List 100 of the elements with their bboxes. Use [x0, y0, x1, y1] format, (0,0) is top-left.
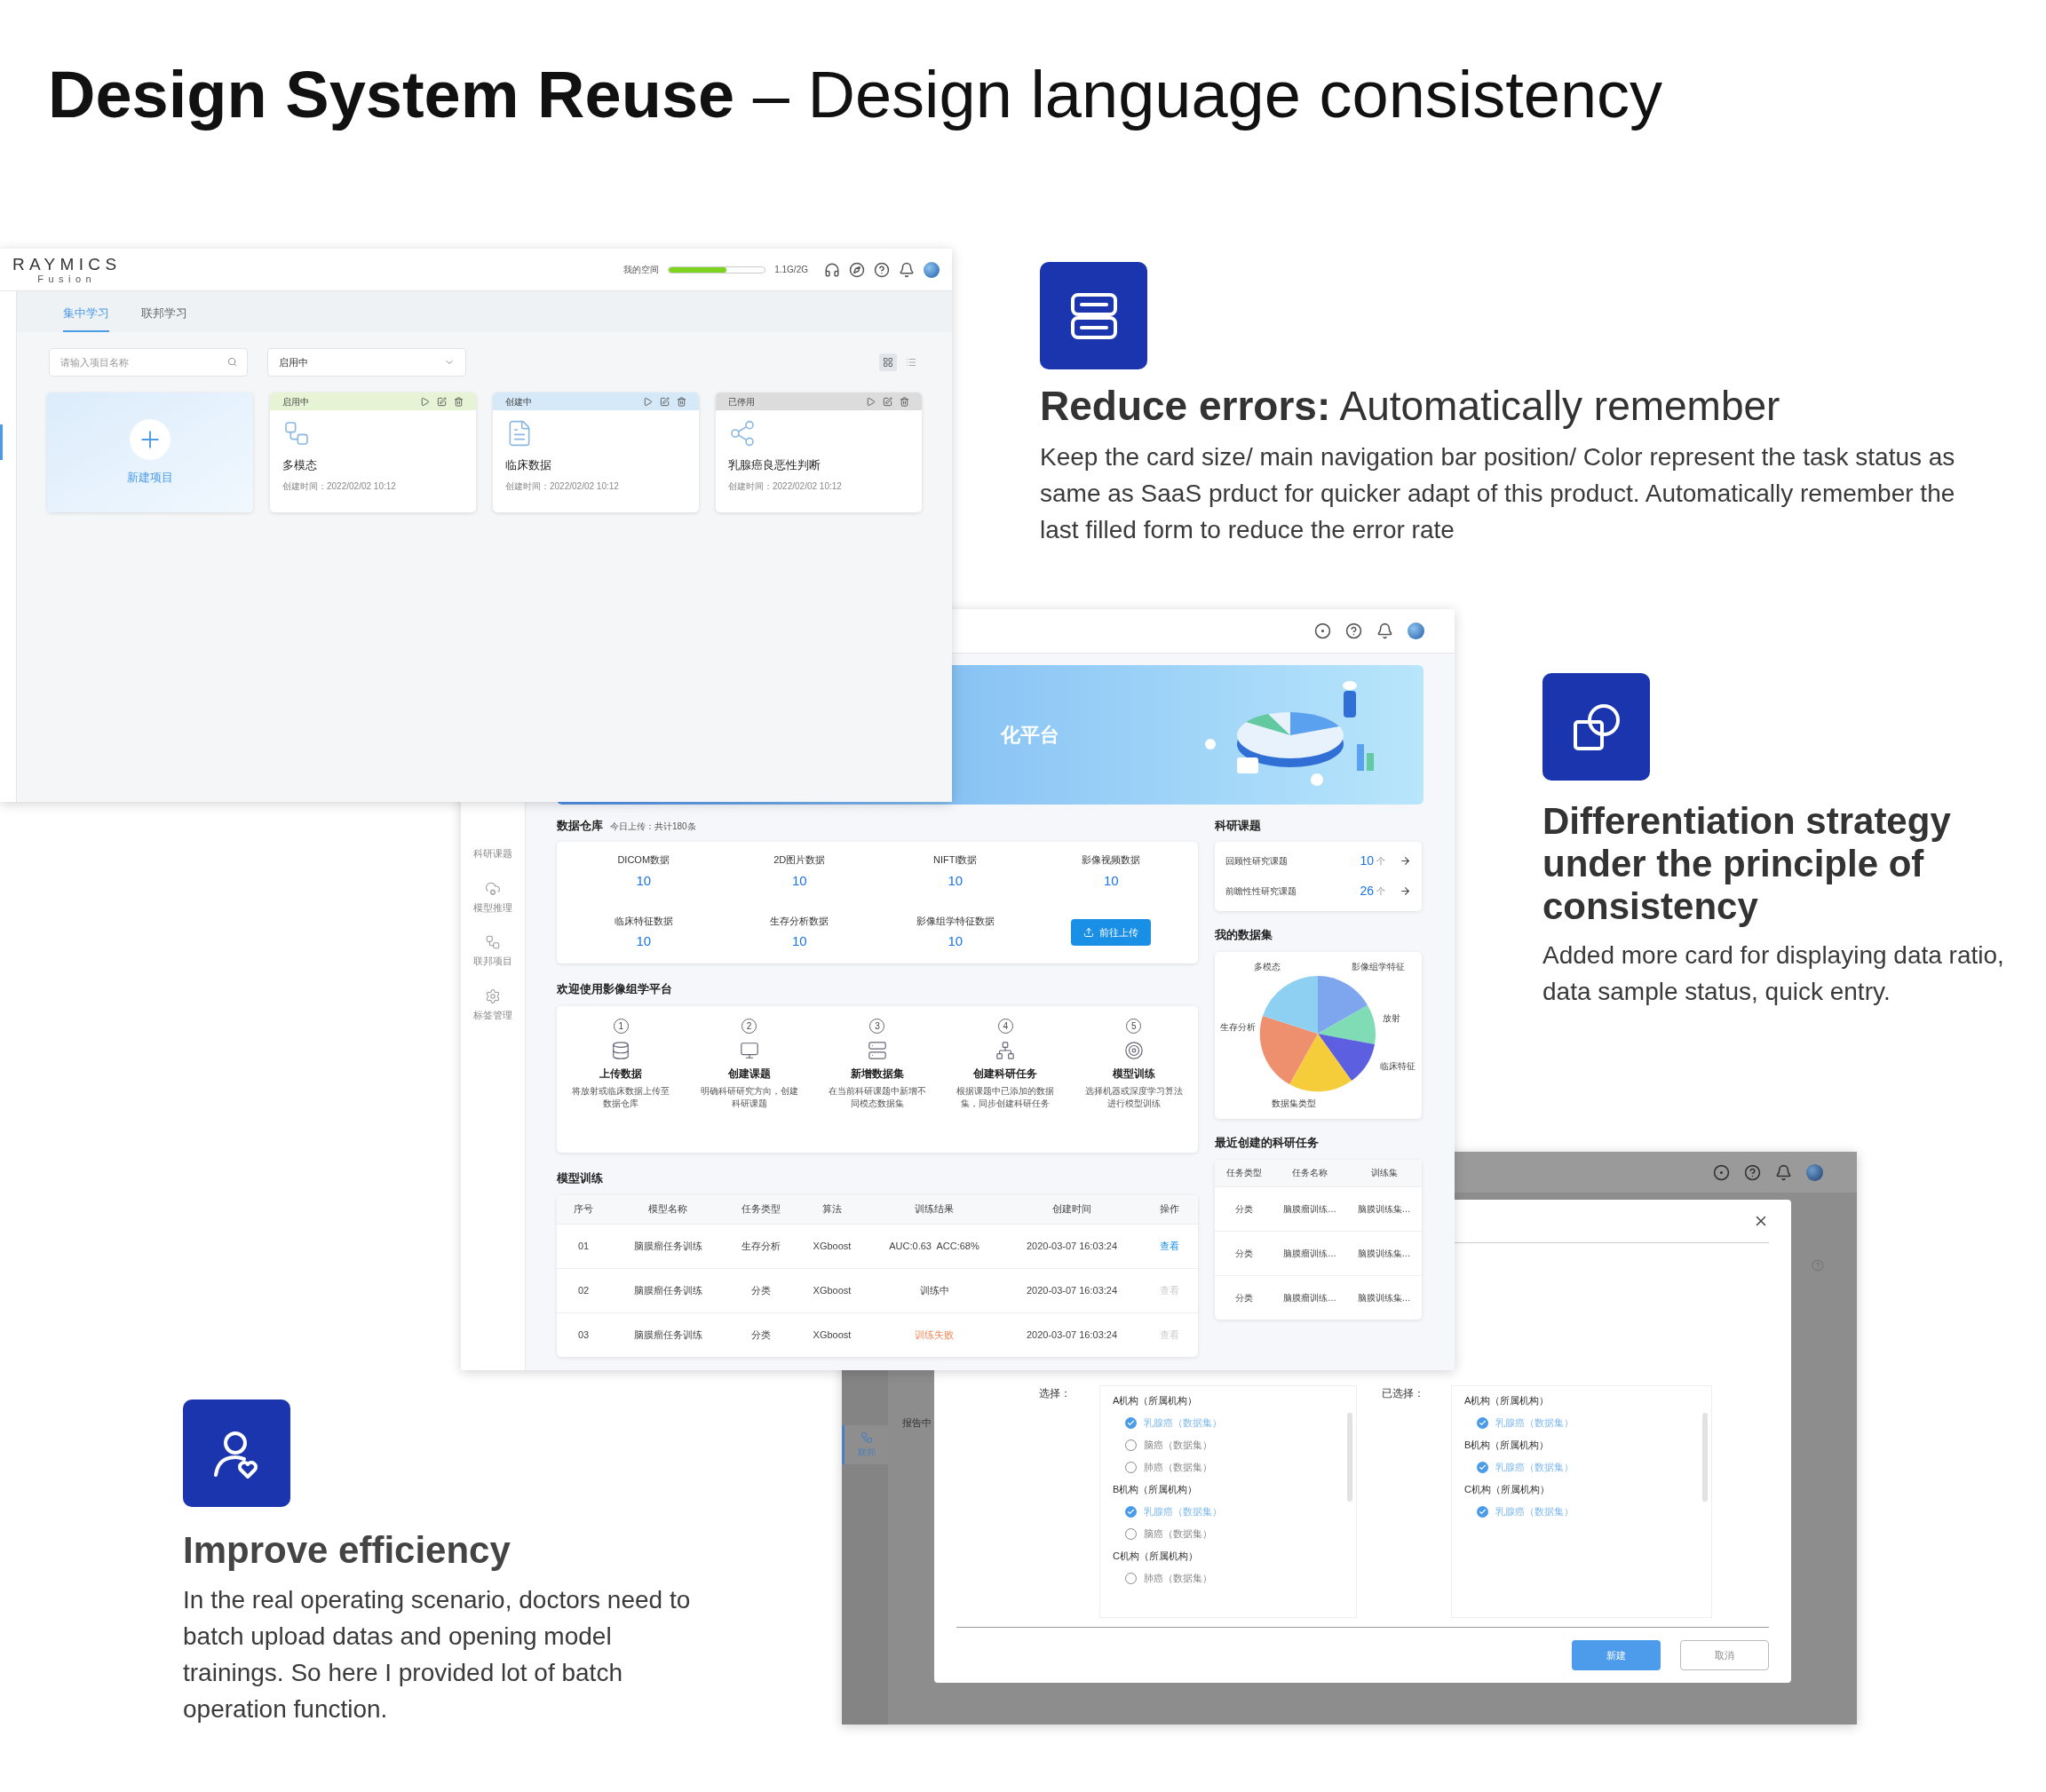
edit-icon[interactable] — [660, 396, 670, 407]
result-cell-text: AUC:0.63 ACC:68% — [888, 1239, 980, 1253]
project-card[interactable]: 创建中 临床数据 创建时间：2022/02/02 10:12 — [493, 392, 699, 512]
step-description: 根据课题中已添加的数据集，同步创建科研任务 — [956, 1084, 1056, 1110]
project-name: 乳腺癌良恶性判断 — [728, 457, 821, 473]
logo-subtext: Fusion — [37, 273, 97, 284]
select-label: 选择： — [1039, 1386, 1072, 1401]
section-title: 欢迎使用影像组学平台 — [557, 981, 672, 995]
bell-icon[interactable] — [1775, 1163, 1792, 1181]
arrow-right-icon[interactable] — [1400, 885, 1411, 897]
target-icon[interactable] — [1713, 1163, 1730, 1181]
project-card[interactable]: 启用中 多模态 创建时间：2022/02/02 10:12 — [270, 392, 476, 512]
project-icon — [728, 419, 757, 448]
status-text: 已停用 — [728, 395, 756, 408]
check-icon — [1127, 1419, 1135, 1427]
avatar[interactable] — [1408, 622, 1424, 639]
search-field[interactable]: 请输入项目名称 — [49, 348, 248, 377]
step-icon — [1123, 1040, 1144, 1060]
sidebar-item[interactable]: 联邦项目 — [473, 934, 512, 969]
play-icon[interactable] — [420, 396, 430, 407]
checkbox[interactable] — [1125, 1528, 1137, 1540]
dataset-option[interactable]: 肺癌（数据集） — [1144, 1571, 1212, 1586]
flow-icon — [860, 1431, 873, 1444]
sidebar-item[interactable]: 模型推理 — [473, 880, 512, 915]
checkbox[interactable] — [1125, 1506, 1137, 1518]
arrow-right-icon[interactable] — [1400, 855, 1411, 867]
dataset-option[interactable]: 脑癌（数据集） — [1144, 1526, 1212, 1542]
edit-icon[interactable] — [437, 396, 447, 407]
play-icon[interactable] — [866, 396, 876, 407]
avatar[interactable] — [1806, 1163, 1823, 1181]
help-icon[interactable] — [874, 261, 890, 278]
table-cell-text: 2020-03-07 16:03:24 — [1025, 1328, 1119, 1342]
selected-label: 已选择： — [1382, 1386, 1425, 1401]
feature-description: Added more card for displaying data ratio, data sample status, quick entry. — [1542, 940, 2005, 1007]
feature-heading: Differentiation strategy under the principle of consistency — [1542, 800, 1952, 928]
cancel-button[interactable]: 取消 — [1680, 1640, 1769, 1670]
step-title: 创建科研任务 — [973, 1066, 1038, 1082]
view-link[interactable]: 查看 — [1160, 1240, 1179, 1251]
upload-button[interactable]: 前往上传 — [1071, 919, 1152, 947]
dataset-option[interactable]: 乳腺癌（数据集） — [1495, 1415, 1574, 1431]
project-name: 多模态 — [282, 457, 318, 473]
table-cell-text: 脑膜训练集… — [1356, 1291, 1412, 1304]
step-icon — [995, 1040, 1016, 1060]
checkbox[interactable] — [1125, 1573, 1137, 1584]
table-cell-text: 脑膜训练集… — [1356, 1247, 1412, 1260]
help-icon[interactable] — [1345, 622, 1362, 639]
grid-icon — [883, 357, 893, 368]
stat-label: 2D图片数据 — [773, 853, 826, 868]
pie-label: 放射 — [1383, 1012, 1400, 1023]
play-icon[interactable] — [643, 396, 653, 407]
dataset-option[interactable]: 乳腺癌（数据集） — [1495, 1460, 1574, 1475]
dataset-option[interactable]: 肺癌（数据集） — [1144, 1460, 1212, 1475]
checkbox[interactable] — [1477, 1417, 1488, 1429]
status-select[interactable]: 启用中 — [267, 348, 466, 377]
created-time: 创建时间：2022/02/02 10:12 — [728, 480, 843, 493]
project-icon — [282, 419, 311, 448]
stat-value: 10 — [636, 871, 652, 890]
headset-icon[interactable] — [824, 261, 840, 278]
group-heading: B机构（所属机构） — [1464, 1439, 1550, 1453]
scrollbar[interactable] — [1347, 1413, 1352, 1502]
bell-icon[interactable] — [899, 261, 915, 278]
trash-icon[interactable] — [677, 396, 686, 407]
help-icon[interactable] — [1744, 1163, 1761, 1181]
stat-label: 影像视频数据 — [1082, 853, 1141, 868]
create-button[interactable]: 新建 — [1572, 1640, 1661, 1670]
target-icon[interactable] — [1314, 622, 1331, 639]
tab[interactable]: 集中学习 — [63, 304, 109, 332]
trash-icon[interactable] — [454, 396, 464, 407]
checkbox[interactable] — [1125, 1439, 1137, 1451]
pie-label: 临床特征 — [1380, 1060, 1416, 1071]
table-cell-text: 脑膜瘤训练… — [1282, 1291, 1337, 1304]
avatar[interactable] — [924, 261, 940, 278]
dataset-option[interactable]: 脑癌（数据集） — [1144, 1438, 1212, 1453]
sidebar-item[interactable]: 标签管理 — [473, 987, 512, 1022]
sidebar-item[interactable]: 科研课题 — [473, 827, 512, 861]
section-title: 最近创建的科研任务 — [1215, 1135, 1319, 1149]
trash-icon[interactable] — [900, 396, 909, 407]
topic-label: 回顾性研究课题 — [1225, 855, 1289, 868]
dataset-option[interactable]: 乳腺癌（数据集） — [1144, 1415, 1222, 1431]
checkbox[interactable] — [1125, 1417, 1137, 1429]
table-cell-text: 脑膜瘤训练… — [1282, 1247, 1337, 1260]
checkbox[interactable] — [1477, 1462, 1488, 1473]
new-project-card[interactable]: 新建项目 — [47, 392, 253, 512]
project-card[interactable]: 已停用 乳腺癌良恶性判断 创建时间：2022/02/02 10:12 — [716, 392, 922, 512]
column-header: 序号 — [573, 1202, 594, 1217]
dataset-option[interactable]: 乳腺癌（数据集） — [1495, 1504, 1574, 1519]
table-cell-text: 分类 — [750, 1283, 772, 1297]
table-cell-text: 分类 — [750, 1328, 772, 1342]
step-description: 将放射或临床数据上传至数据仓库 — [571, 1084, 671, 1110]
edit-icon[interactable] — [883, 396, 892, 407]
compass-icon[interactable] — [849, 261, 865, 278]
logo-text: RAYMICS — [12, 255, 122, 274]
scrollbar[interactable] — [1702, 1413, 1708, 1502]
bell-icon[interactable] — [1376, 622, 1393, 639]
stat-value: 10 — [791, 871, 807, 890]
checkbox[interactable] — [1477, 1506, 1488, 1518]
dataset-option[interactable]: 乳腺癌（数据集） — [1144, 1504, 1222, 1519]
grid-view-button[interactable] — [879, 353, 897, 371]
tab[interactable]: 联邦学习 — [141, 304, 187, 332]
checkbox[interactable] — [1125, 1462, 1137, 1473]
